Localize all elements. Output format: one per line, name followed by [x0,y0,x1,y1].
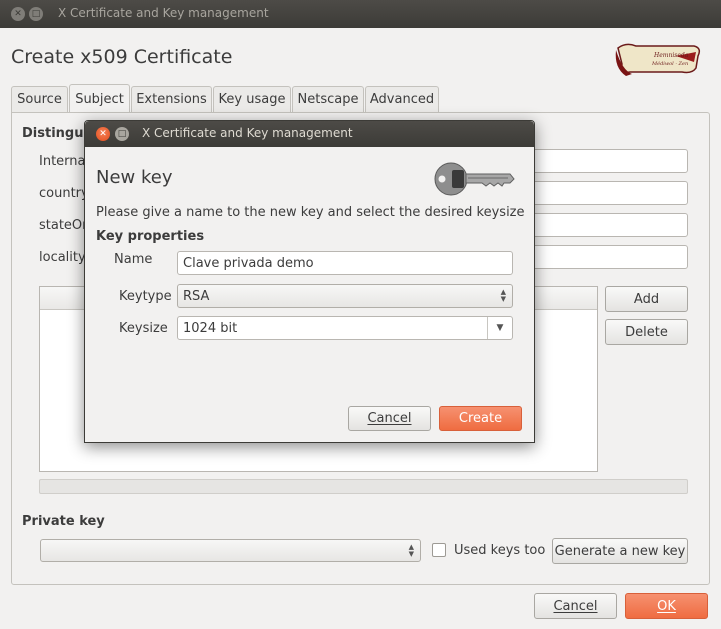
keysize-label: Keysize [119,321,168,336]
create-button[interactable]: Create [439,406,522,431]
main-window-title: X Certificate and Key management [58,6,269,20]
delete-button[interactable]: Delete [605,319,688,345]
spin-arrows-icon: ▲ ▼ [500,288,506,303]
add-button[interactable]: Add [605,286,688,312]
tab-advanced[interactable]: Advanced [365,86,439,112]
cancel-button-label: Cancel [553,598,598,614]
dialog-close-button[interactable]: ✕ [96,127,110,141]
keytype-value: RSA [183,288,210,304]
key-name-input[interactable]: Clave privada demo [177,251,513,275]
internal-name-input[interactable] [530,149,688,173]
close-window-button[interactable]: ✕ [11,7,25,21]
dialog-cancel-label: Cancel [367,411,412,426]
svg-text:Hemniseda: Hemniseda [653,52,689,59]
field-label-locality: locality [39,250,86,265]
tab-subject[interactable]: Subject [69,84,130,113]
svg-text:Médiwol · Zen: Médiwol · Zen [651,60,688,67]
used-keys-label: Used keys too [454,543,546,558]
locality-input[interactable] [530,245,688,269]
main-title-bar[interactable]: ✕ □ X Certificate and Key management [0,0,721,28]
private-key-label: Private key [22,514,105,529]
field-label-country: country [39,186,89,201]
private-key-select[interactable]: ▲ ▼ [40,539,421,562]
name-label: Name [114,252,153,267]
key-icon [434,161,516,197]
ok-button-label: OK [657,598,676,614]
key-properties-label: Key properties [96,229,205,244]
dialog-heading: New key [96,167,173,188]
keytype-label: Keytype [119,289,172,304]
dialog-title-bar[interactable]: ✕ □ X Certificate and Key management [85,121,534,147]
dialog-window-title: X Certificate and Key management [142,126,353,140]
ok-button[interactable]: OK [625,593,708,619]
country-input[interactable] [530,181,688,205]
page-title: Create x509 Certificate [11,46,233,68]
maximize-window-button[interactable]: □ [29,7,43,21]
generate-key-button[interactable]: Generate a new key [552,538,688,564]
used-keys-checkbox[interactable] [432,543,446,557]
certificate-scroll-logo-icon: Hemniseda Médiwol · Zen [612,40,704,78]
field-label-state: stateOr [39,218,88,233]
state-input[interactable] [530,213,688,237]
tab-key-usage[interactable]: Key usage [213,86,291,112]
keysize-value: 1024 bit [183,320,238,336]
tab-extensions[interactable]: Extensions [131,86,212,112]
chevron-down-icon: ▼ [496,323,504,333]
new-key-dialog: ✕ □ X Certificate and Key management New… [84,120,535,443]
cancel-button[interactable]: Cancel [534,593,617,619]
key-name-value: Clave privada demo [183,255,314,271]
tab-source[interactable]: Source [11,86,68,112]
dialog-maximize-button[interactable]: □ [115,127,129,141]
tab-netscape[interactable]: Netscape [292,86,364,112]
horizontal-scrollbar[interactable] [39,479,688,494]
keysize-select[interactable]: 1024 bit ▼ [177,316,513,340]
field-label-internal: Internal [39,154,90,169]
dialog-cancel-button[interactable]: Cancel [348,406,431,431]
dialog-description: Please give a name to the new key and se… [96,205,525,220]
dropdown-button[interactable]: ▼ [487,317,512,339]
spin-arrows-icon: ▲ ▼ [408,542,414,558]
keytype-select[interactable]: RSA ▲ ▼ [177,284,513,308]
